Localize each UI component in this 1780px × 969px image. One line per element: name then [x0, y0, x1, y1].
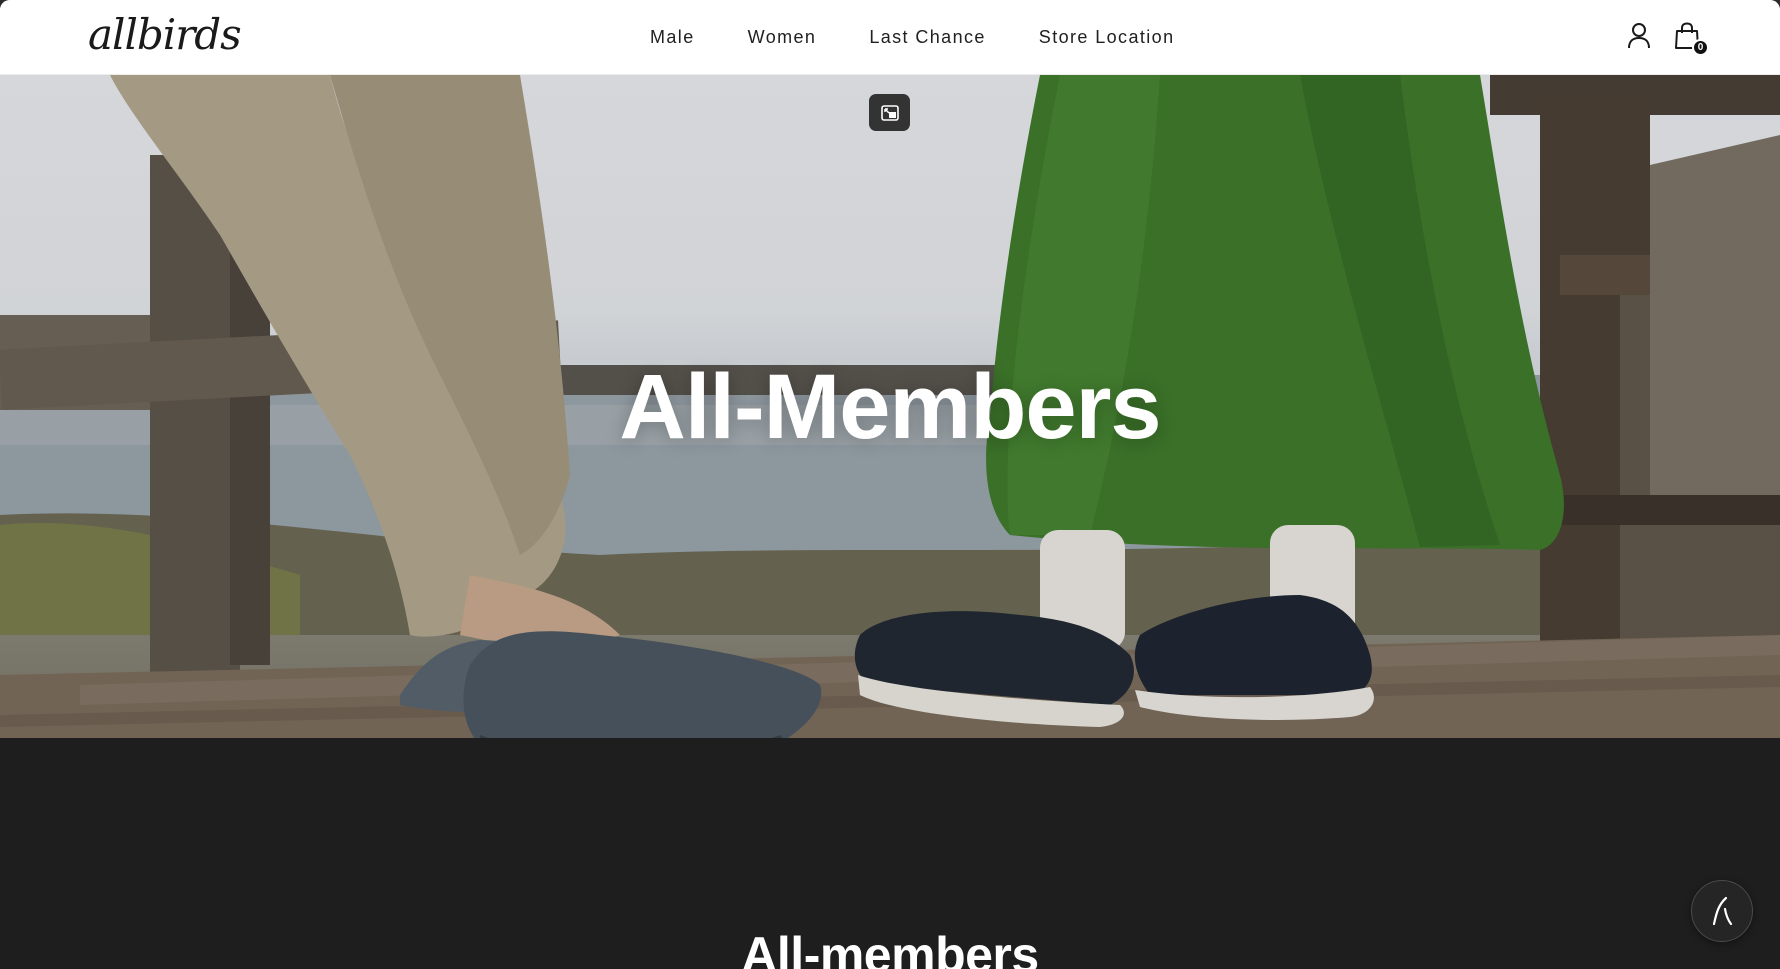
page: allbirds Male Women Last Chance Store Lo…	[0, 0, 1780, 969]
chat-assistant-icon[interactable]	[1691, 880, 1753, 942]
user-icon[interactable]	[1626, 22, 1652, 50]
hero-title: All-Members	[619, 356, 1161, 458]
nav-item-women[interactable]: Women	[748, 27, 817, 48]
main-nav: Male Women Last Chance Store Location	[650, 0, 1227, 75]
section-title: All-members	[741, 927, 1039, 969]
nav-item-male[interactable]: Male	[650, 27, 695, 48]
site-header: allbirds Male Women Last Chance Store Lo…	[0, 0, 1780, 75]
nav-item-last-chance[interactable]: Last Chance	[869, 27, 985, 48]
shopping-bag-icon[interactable]: 0	[1674, 22, 1709, 56]
header-actions: 0	[1626, 22, 1709, 56]
hero-video[interactable]: All-Members	[0, 75, 1780, 738]
cart-count-badge: 0	[1692, 39, 1709, 56]
picture-in-picture-icon[interactable]	[869, 94, 910, 131]
nav-item-store-location[interactable]: Store Location	[1039, 27, 1175, 48]
allbirds-logo[interactable]: allbirds	[88, 14, 242, 56]
members-section: All-members	[0, 738, 1780, 969]
